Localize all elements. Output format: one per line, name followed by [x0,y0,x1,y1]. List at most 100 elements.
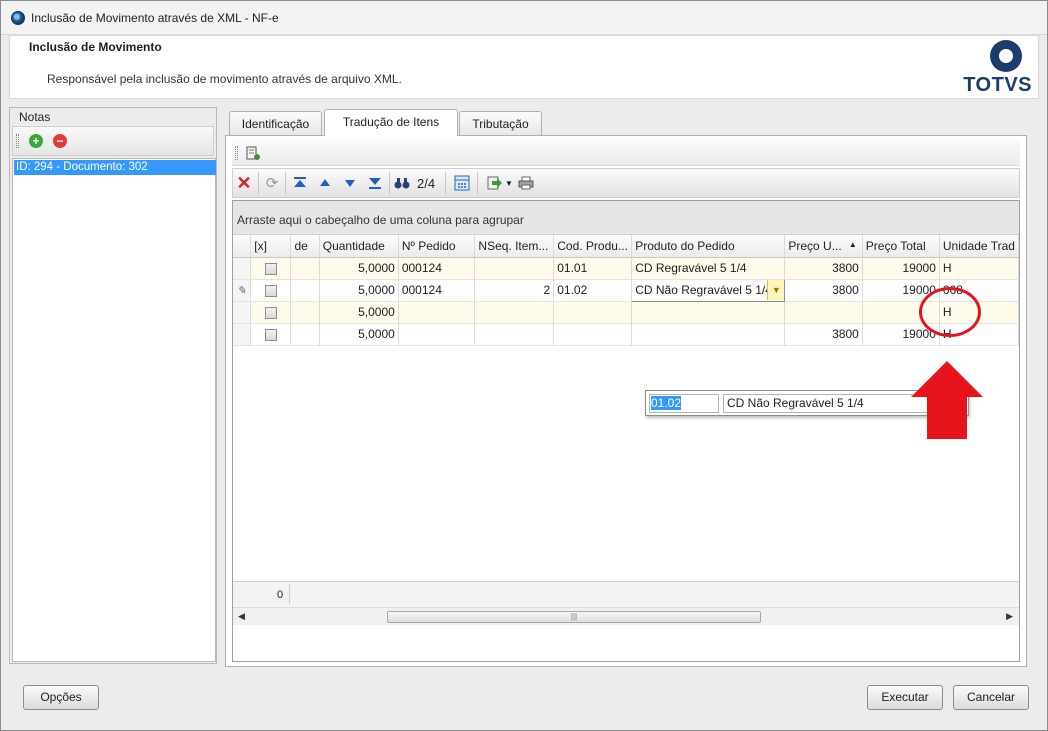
next-record-icon[interactable] [341,174,359,192]
cell-quantidade[interactable]: 5,0000 [319,323,399,346]
column-header-pedido[interactable]: Nº Pedido [398,235,476,258]
table-row[interactable]: ✎ 5,0000 000124 2 01.02 CD Não Regraváve… [233,278,1020,302]
column-header-quantidade[interactable]: Quantidade [319,235,399,258]
column-header-de[interactable]: de [290,235,320,258]
execute-button[interactable]: Executar [867,685,943,710]
remove-icon: − [53,134,67,148]
cell-quantidade[interactable]: 5,0000 [319,301,399,324]
header-panel: Inclusão de Movimento Responsável pela i… [9,35,1039,99]
group-by-hint: Arraste aqui o cabeçalho de uma coluna p… [237,213,524,227]
first-arrow-icon [294,177,306,187]
cell-unidade[interactable]: H [939,257,1020,280]
remove-note-button[interactable]: − [51,132,69,150]
translate-items-button[interactable] [244,144,262,162]
column-header-nseq[interactable]: NSeq. Item... [474,235,555,258]
sort-ascending-icon: ▲ [848,240,857,249]
cell-quantidade[interactable]: 5,0000 [319,257,399,280]
cell-produto-pedido-editing[interactable]: CD Não Regravável 5 1/4 ▼ [631,278,786,302]
totvs-logo-text: TOTVS [963,74,1032,96]
cell-produto-pedido[interactable] [631,323,786,346]
table-row[interactable]: 5,0000 3800 19000 H [233,323,1020,346]
cell-produto-pedido[interactable] [631,301,786,324]
title-bar: Inclusão de Movimento através de XML - N… [1,1,1047,35]
scroll-left-icon[interactable]: ◀ [238,611,245,622]
annotation-arrow-icon [911,361,983,439]
totvs-logo-icon [990,40,1022,72]
toolbar-grip-icon [235,146,238,160]
row-checkbox[interactable] [264,262,277,275]
tab-traducao-itens[interactable]: Tradução de Itens [324,109,458,136]
cell-pedido[interactable]: 000124 [398,257,476,280]
tabs-area: Identificação Tradução de Itens Tributaç… [225,109,1027,669]
column-header-select[interactable]: [x] [250,235,292,258]
first-record-icon[interactable] [291,174,309,192]
table-row[interactable]: 5,0000 000124 01.01 CD Regravável 5 1/4 … [233,257,1020,280]
row-checkbox[interactable] [264,328,277,341]
cell-cod-produto[interactable]: 01.01 [553,257,633,280]
last-record-icon[interactable] [366,174,384,192]
options-button[interactable]: Opções [23,685,99,710]
horizontal-scrollbar[interactable]: ◀ ||| ▶ [233,607,1019,625]
print-icon[interactable] [517,174,535,192]
cell-cod-produto[interactable]: 01.02 [553,279,633,302]
add-note-button[interactable]: + [27,132,45,150]
down-arrow-icon [345,180,355,187]
previous-record-icon[interactable] [316,174,334,192]
cell-nseq[interactable] [474,323,555,346]
main-window: Inclusão de Movimento através de XML - N… [0,0,1048,731]
cell-nseq[interactable]: 2 [474,279,555,302]
row-indicator: ✎ [233,279,252,302]
chevron-down-icon[interactable]: ▼ [505,179,513,188]
combo-dropdown-button[interactable]: ▼ [767,280,784,300]
cell-nseq[interactable] [474,301,555,324]
cell-pedido[interactable] [398,323,476,346]
column-header-unidade[interactable]: Unidade Trad [939,235,1020,258]
cell-preco-total[interactable]: 19000 [862,257,940,280]
page-description: Responsável pela inclusão de movimento a… [47,72,402,86]
grid-toolbar: ✕ ⟳ 2/4 ▼ [232,168,1020,198]
row-checkbox-cell[interactable] [250,279,292,302]
lookup-code-input[interactable]: 01.02 [649,394,719,413]
export-icon[interactable] [485,174,503,192]
cell-nseq[interactable] [474,257,555,280]
cell-produto-pedido[interactable]: CD Regravável 5 1/4 [631,257,786,280]
record-counter: 2/4 [417,176,436,191]
row-checkbox[interactable] [264,306,277,319]
table-row[interactable]: 5,0000 H [233,301,1020,324]
delete-icon[interactable]: ✕ [235,173,253,193]
row-checkbox-cell[interactable] [250,301,292,324]
cell-preco-unitario[interactable]: 3800 [784,257,863,280]
columns-icon[interactable] [453,174,471,192]
notes-list-item[interactable]: ID: 294 - Documento: 302 [14,160,216,175]
cell-pedido[interactable]: 000124 [398,279,476,302]
row-indicator [233,323,252,346]
cell-preco-unitario[interactable]: 3800 [784,323,863,346]
cancel-button[interactable]: Cancelar [953,685,1029,710]
row-checkbox-cell[interactable] [250,257,292,280]
column-header-produto-pedido[interactable]: Produto do Pedido [631,235,786,258]
cell-cod-produto[interactable] [553,301,633,324]
row-checkbox[interactable] [264,284,277,297]
tab-body: ✕ ⟳ 2/4 ▼ Arraste aqui o cabeçalho de um… [225,135,1027,667]
column-header-cod-produto[interactable]: Cod. Produ... [553,235,633,258]
column-header-preco-unitario[interactable]: Preço U... ▲ [784,235,863,258]
group-by-area[interactable]: Arraste aqui o cabeçalho de uma coluna p… [233,201,1019,235]
cell-cod-produto[interactable] [553,323,633,346]
window-title: Inclusão de Movimento através de XML - N… [31,11,279,25]
cell-pedido[interactable] [398,301,476,324]
scrollbar-thumb[interactable]: ||| [387,611,761,623]
refresh-icon[interactable]: ⟳ [263,174,281,192]
produto-combo-value: CD Não Regravável 5 1/4 [635,283,772,297]
scroll-right-icon[interactable]: ▶ [1006,611,1013,622]
cell-quantidade[interactable]: 5,0000 [319,279,399,302]
column-header-preco-total[interactable]: Preço Total [862,235,940,258]
row-checkbox-cell[interactable] [250,323,292,346]
cell-preco-unitario[interactable] [784,301,863,324]
find-icon[interactable] [393,174,411,192]
cell-preco-unitario[interactable]: 3800 [784,279,863,302]
tab-identificacao[interactable]: Identificação [229,111,322,135]
items-table: [x] de Quantidade Nº Pedido NSeq. Item..… [233,235,1020,346]
tab-tributacao[interactable]: Tributação [459,111,542,135]
last-arrow-icon [369,178,381,189]
notes-list[interactable]: ID: 294 - Documento: 302 [12,158,216,662]
